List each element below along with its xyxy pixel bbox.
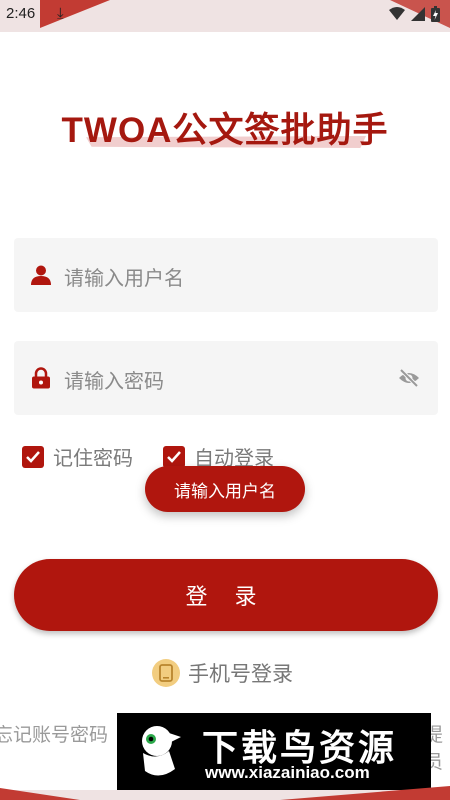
- visibility-off-icon[interactable]: [398, 368, 420, 388]
- login-button[interactable]: 登 录: [14, 559, 438, 631]
- phone-icon: [152, 659, 180, 687]
- app-title: TWOA公文签批助手: [61, 111, 389, 150]
- download-icon: ⤓: [57, 4, 64, 22]
- signal-icon: [411, 7, 425, 21]
- status-icons: [389, 6, 440, 22]
- battery-icon: [431, 6, 440, 22]
- phone-login-label: 手机号登录: [188, 662, 293, 686]
- remember-password-checkbox[interactable]: 记住密码: [22, 442, 133, 471]
- toast-message: 请输入用户名: [145, 466, 305, 512]
- status-time: 2:46: [6, 5, 36, 22]
- checkbox-checked-icon: [163, 445, 185, 468]
- bird-logo-icon: [142, 726, 181, 776]
- username-placeholder: 请输入用户名: [64, 266, 184, 290]
- password-placeholder: 请输入密码: [64, 369, 164, 393]
- status-bar-decoration: [40, 0, 110, 28]
- forgot-password-link[interactable]: 忘记账号密码: [0, 720, 108, 747]
- remember-password-label: 记住密码: [53, 446, 133, 470]
- watermark-url: www.xiazainiao.com: [205, 763, 370, 782]
- status-bar: 2:46 ⤓: [0, 0, 450, 32]
- wifi-icon: [389, 7, 405, 20]
- lock-icon: [32, 367, 50, 389]
- watermark-banner: 下载鸟资源 www.xiazainiao.com: [117, 713, 431, 790]
- phone-login-link[interactable]: 手机号登录: [152, 658, 293, 688]
- username-field[interactable]: 请输入用户名: [14, 238, 438, 312]
- user-icon: [31, 265, 51, 285]
- password-field[interactable]: 请输入密码: [14, 341, 438, 415]
- checkbox-checked-icon: [22, 445, 44, 468]
